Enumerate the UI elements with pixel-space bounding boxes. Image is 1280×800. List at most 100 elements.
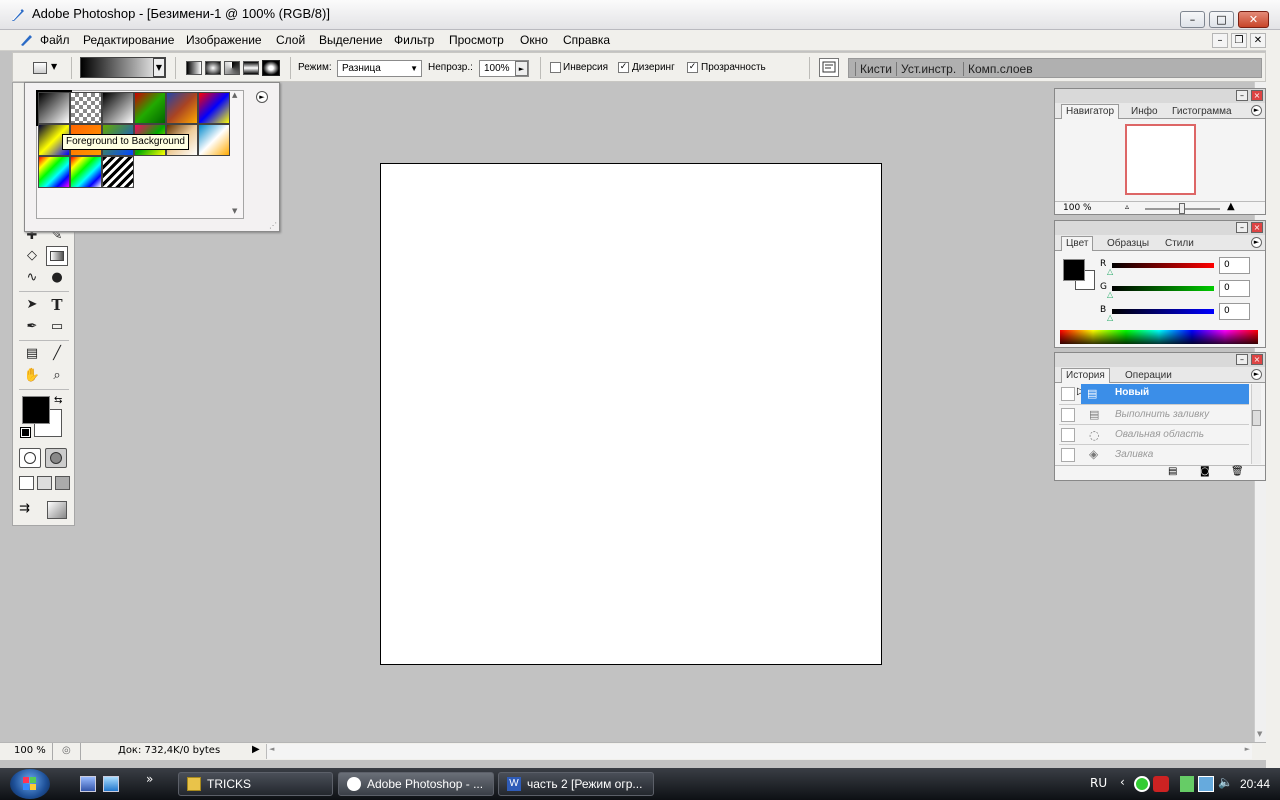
swap-colors-icon[interactable]: ⇆	[54, 395, 62, 406]
red-value-input[interactable]: 0	[1219, 257, 1250, 274]
scroll-right-icon[interactable]: ►	[1245, 745, 1250, 753]
standard-mode-button[interactable]	[19, 448, 41, 468]
tab-color[interactable]: Цвет	[1061, 236, 1094, 251]
gradient-menu-button[interactable]: ►	[256, 91, 268, 103]
network-icon[interactable]	[1198, 776, 1214, 792]
tray-app-icon-red[interactable]	[1153, 776, 1169, 792]
scroll-up-icon[interactable]: ▲	[232, 91, 237, 99]
gradient-tool-button[interactable]	[46, 246, 68, 266]
history-source-checkbox[interactable]	[1061, 387, 1075, 401]
gradient-swatch[interactable]	[134, 92, 166, 124]
menu-file[interactable]: Файл	[40, 33, 70, 47]
panel-minimize-button[interactable]: –	[1236, 90, 1248, 101]
gradient-swatch[interactable]	[102, 156, 134, 188]
zoom-in-icon[interactable]: ▲	[1227, 201, 1235, 212]
gradient-swatch[interactable]	[70, 92, 102, 124]
screen-mode-full-icon[interactable]	[55, 476, 70, 490]
history-scrollbar[interactable]	[1251, 384, 1261, 464]
default-colors-icon[interactable]	[20, 427, 31, 438]
scroll-down-icon[interactable]: ▼	[1257, 730, 1262, 738]
document-canvas[interactable]	[380, 163, 882, 665]
history-scroll-thumb[interactable]	[1252, 410, 1261, 426]
clock[interactable]: 20:44	[1240, 777, 1270, 791]
linear-gradient-icon[interactable]	[186, 61, 202, 75]
jump-to-imageready-icon[interactable]: ⇉	[19, 501, 45, 519]
tab-info[interactable]: Инфо	[1127, 105, 1162, 118]
blue-value-input[interactable]: 0	[1219, 303, 1250, 320]
gradient-swatch[interactable]	[198, 124, 230, 156]
blue-slider[interactable]	[1112, 309, 1214, 314]
foreground-color-swatch[interactable]	[22, 396, 50, 424]
opacity-slider-button[interactable]: ►	[515, 61, 528, 76]
photoshop-app-icon[interactable]	[20, 33, 34, 47]
green-value-input[interactable]: 0	[1219, 280, 1250, 297]
gradient-dropdown-button[interactable]: ▼	[153, 58, 165, 77]
menu-edit[interactable]: Редактирование	[83, 33, 174, 47]
mode-select[interactable]: Разница ▼	[337, 60, 422, 77]
path-selection-tool-icon[interactable]: ➤	[21, 295, 43, 315]
blur-tool-icon[interactable]: ∿	[21, 268, 43, 288]
red-slider-thumb[interactable]: △	[1107, 267, 1113, 276]
panel-minimize-button[interactable]: –	[1236, 222, 1248, 233]
history-item[interactable]: ▤ Выполнить заливку	[1059, 404, 1249, 424]
panel-menu-icon[interactable]: ►	[1251, 237, 1262, 248]
tab-actions[interactable]: Операции	[1121, 369, 1176, 382]
transparency-checkbox[interactable]: ✓	[687, 62, 698, 73]
panel-minimize-button[interactable]: –	[1236, 354, 1248, 365]
gradient-swatch[interactable]	[36, 90, 72, 126]
menu-select[interactable]: Выделение	[319, 33, 383, 47]
tab-swatches[interactable]: Образцы	[1103, 237, 1153, 250]
tab-histogram[interactable]: Гистограмма	[1168, 105, 1236, 118]
gradient-swatch[interactable]	[198, 92, 230, 124]
zoom-tool-icon[interactable]: ⌕	[46, 366, 68, 386]
switch-windows-icon[interactable]	[103, 776, 119, 792]
eyedropper-tool-icon[interactable]: ╱	[46, 344, 68, 364]
menu-view[interactable]: Просмотр	[449, 33, 504, 47]
angle-gradient-icon[interactable]	[224, 61, 240, 75]
gradient-swatch[interactable]	[102, 92, 134, 124]
history-source-checkbox[interactable]	[1061, 408, 1075, 422]
tab-navigator[interactable]: Навигатор	[1061, 104, 1120, 119]
well-tab-tool-presets[interactable]: Уст.инстр.	[896, 62, 960, 76]
task-photoshop[interactable]: Adobe Photoshop - ...	[338, 772, 494, 796]
language-indicator[interactable]: RU	[1090, 776, 1107, 790]
doc-restore-button[interactable]: ❐	[1231, 33, 1247, 48]
file-browser-icon[interactable]	[819, 58, 839, 77]
screen-mode-full-menu-icon[interactable]	[37, 476, 52, 490]
imageready-icon[interactable]	[47, 501, 67, 519]
resize-grip-icon[interactable]: ⋰	[269, 221, 277, 230]
gradient-swatch[interactable]	[166, 92, 198, 124]
green-slider[interactable]	[1112, 286, 1214, 291]
eraser-tool-icon[interactable]: ◇	[21, 246, 43, 266]
panel-menu-icon[interactable]: ►	[1251, 369, 1262, 380]
panel-close-button[interactable]: ×	[1251, 90, 1263, 101]
menu-layer[interactable]: Слой	[276, 33, 305, 47]
history-source-checkbox[interactable]	[1061, 448, 1075, 462]
well-tab-layer-comps[interactable]: Комп.слоев	[963, 62, 1037, 76]
navigator-zoom-value[interactable]: 100 %	[1063, 203, 1092, 213]
tab-styles[interactable]: Стили	[1161, 237, 1198, 250]
scroll-down-icon[interactable]: ▼	[232, 207, 237, 215]
tab-history[interactable]: История	[1061, 368, 1110, 383]
show-desktop-icon[interactable]	[80, 776, 96, 792]
doc-minimize-button[interactable]: –	[1212, 33, 1228, 48]
quick-mask-button[interactable]	[45, 448, 67, 468]
reflected-gradient-icon[interactable]	[243, 61, 259, 75]
history-item[interactable]: ▷ ▤ Новый	[1059, 384, 1249, 404]
menu-help[interactable]: Справка	[563, 33, 610, 47]
tray-app-icon-green[interactable]	[1134, 776, 1150, 792]
menu-window[interactable]: Окно	[520, 33, 548, 47]
history-item[interactable]: ◈ Заливка	[1059, 444, 1249, 464]
task-tricks[interactable]: TRICKS	[178, 772, 333, 796]
color-fg-swatch[interactable]	[1063, 259, 1085, 281]
dither-checkbox[interactable]: ✓	[618, 62, 629, 73]
dodge-tool-icon[interactable]: ●	[46, 268, 68, 288]
menu-filter[interactable]: Фильтр	[394, 33, 434, 47]
zoom-slider-thumb[interactable]	[1179, 203, 1185, 214]
trash-icon[interactable]: 🗑	[1231, 466, 1244, 477]
new-snapshot-icon[interactable]: ◙	[1200, 466, 1210, 477]
gradient-swatch[interactable]	[38, 156, 70, 188]
history-item[interactable]: ◌ Овальная область	[1059, 424, 1249, 444]
tool-preset-picker[interactable]: ▼	[29, 60, 59, 77]
close-button[interactable]: ✕	[1238, 11, 1269, 28]
